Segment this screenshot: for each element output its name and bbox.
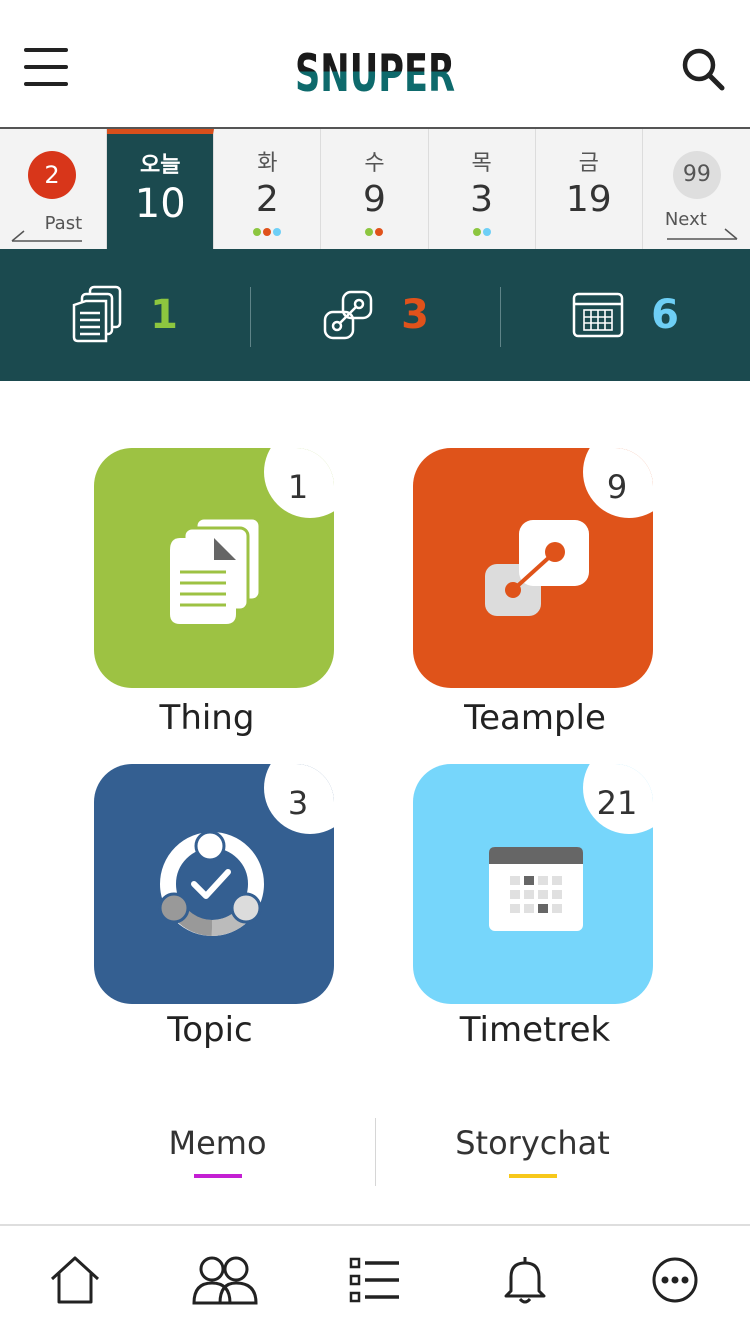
documents-icon — [170, 516, 262, 624]
tab-label: Storychat — [455, 1124, 610, 1162]
back-arrow-icon — [11, 230, 82, 242]
tile-teample[interactable]: 9 — [413, 448, 653, 688]
day-count: 19 — [565, 179, 612, 220]
past-button[interactable]: 2 Past — [0, 129, 108, 249]
day-name: 수 — [364, 151, 385, 176]
stats-bar: 1 3 6 — [0, 249, 750, 381]
day-name: 오늘 — [139, 153, 181, 178]
link-icon — [485, 520, 589, 616]
day-count: 3 — [470, 179, 494, 220]
tile-timetrek[interactable]: 21 — [413, 764, 653, 1004]
day-name: 화 — [257, 151, 278, 176]
tile-count-badge: 1 — [264, 448, 334, 518]
documents-icon — [72, 285, 122, 343]
tile-label-topic: Topic — [167, 1010, 253, 1050]
status-dot — [273, 228, 282, 236]
tile-topic[interactable]: 3 — [94, 764, 334, 1004]
list-icon — [349, 1257, 399, 1303]
memo-storychat-tabs: Memo Storychat — [60, 1118, 690, 1186]
day-fri[interactable]: 금 19 — [536, 129, 643, 249]
calendar-icon — [489, 847, 583, 931]
tile-count-badge: 3 — [264, 764, 334, 834]
tile-label-thing: Thing — [159, 698, 255, 738]
tile-thing[interactable]: 1 — [94, 448, 334, 688]
stat-value: 6 — [651, 292, 679, 338]
nav-more[interactable] — [600, 1226, 750, 1334]
tile-count-badge: 9 — [583, 448, 653, 518]
stat-value: 3 — [401, 292, 429, 338]
day-dots — [429, 228, 535, 236]
more-icon — [652, 1257, 698, 1303]
calendar-icon — [572, 292, 624, 338]
stat-timetrek[interactable]: 6 — [500, 249, 750, 381]
svg-text:SNUPER: SNUPER — [295, 44, 455, 96]
tile-label-teample: Teample — [464, 698, 606, 738]
search-icon[interactable] — [680, 46, 726, 92]
status-dot — [472, 228, 481, 236]
tab-underline — [508, 1174, 557, 1178]
day-count: 9 — [363, 179, 386, 220]
stat-value: 1 — [150, 292, 178, 338]
tile-count-badge: 21 — [583, 764, 653, 834]
status-dot — [253, 228, 262, 236]
tab-underline — [193, 1174, 242, 1178]
nav-people[interactable] — [150, 1226, 300, 1334]
status-dot — [375, 228, 384, 236]
status-dot — [365, 228, 374, 236]
status-dot — [482, 228, 491, 236]
next-button[interactable]: 99 Next — [643, 129, 750, 249]
tab-storychat[interactable]: Storychat — [375, 1118, 690, 1186]
people-icon — [192, 1256, 258, 1305]
bell-icon — [504, 1257, 546, 1304]
team-check-icon — [158, 830, 264, 936]
status-dot — [263, 228, 272, 236]
stat-thing[interactable]: 1 — [0, 249, 250, 381]
forward-arrow-icon — [666, 228, 738, 240]
nav-home[interactable] — [0, 1226, 150, 1334]
link-icon — [323, 290, 373, 340]
bottom-nav — [0, 1224, 750, 1334]
tile-label-timetrek: Timetrek — [459, 1010, 611, 1050]
day-tue[interactable]: 화 2 — [214, 129, 322, 249]
nav-list[interactable] — [300, 1226, 450, 1334]
hamburger-menu-icon[interactable] — [24, 48, 70, 88]
stat-teample[interactable]: 3 — [250, 249, 500, 381]
nav-notifications[interactable] — [450, 1226, 600, 1334]
day-dots — [214, 228, 320, 236]
day-today[interactable]: 오늘 10 — [107, 129, 215, 249]
day-dots — [321, 228, 427, 236]
day-wed[interactable]: 수 9 — [321, 129, 429, 249]
day-name: 금 — [578, 151, 599, 176]
day-name: 목 — [471, 151, 492, 176]
tab-memo[interactable]: Memo — [60, 1118, 375, 1186]
day-count: 10 — [134, 181, 186, 227]
tab-label: Memo — [168, 1124, 267, 1162]
past-count-badge: 2 — [28, 151, 76, 199]
day-count: 2 — [255, 179, 279, 220]
day-thu[interactable]: 목 3 — [429, 129, 536, 249]
app-logo[interactable]: SNUPER — [294, 38, 456, 96]
home-icon — [50, 1256, 100, 1304]
app-header: SNUPER — [0, 0, 750, 129]
date-strip: 2 Past 오늘 10 화 2 수 9 목 3 금 19 99 Next — [0, 129, 750, 249]
next-count-badge: 99 — [672, 151, 721, 199]
